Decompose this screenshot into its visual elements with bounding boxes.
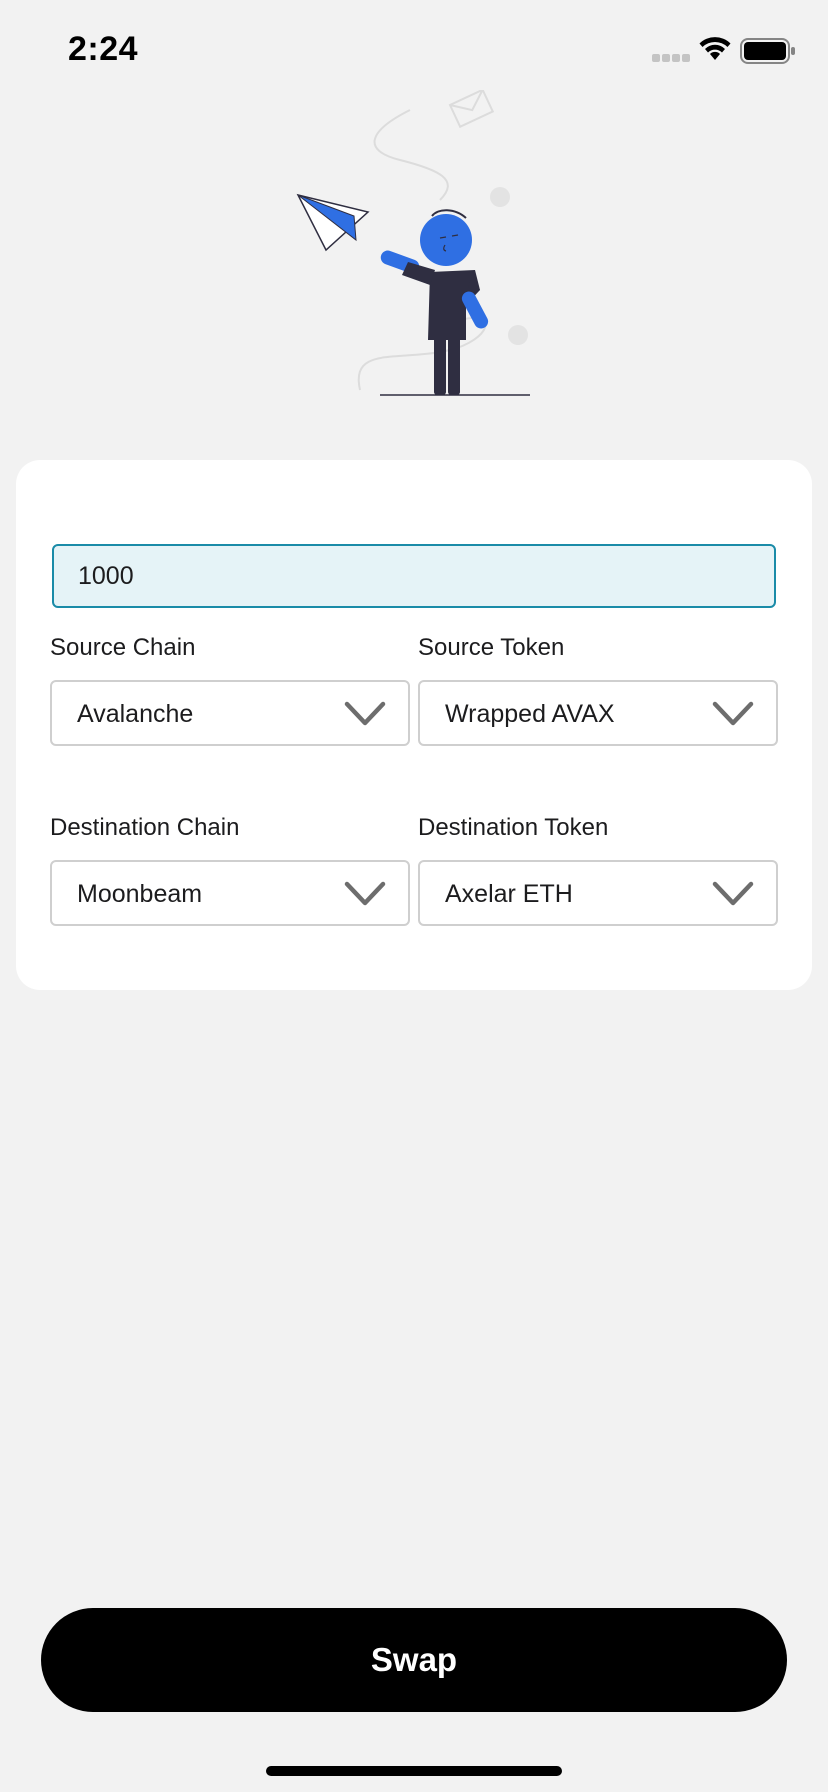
signal-icon [652, 54, 690, 62]
destination-chain-label: Destination Chain [50, 814, 240, 841]
destination-token-value: Axelar ETH [445, 880, 573, 908]
envelope-icon [448, 90, 495, 129]
source-token-label: Source Token [418, 634, 565, 661]
wifi-icon [699, 37, 731, 60]
source-chain-label: Source Chain [50, 634, 196, 661]
destination-chain-select[interactable]: Moonbeam [50, 860, 410, 926]
battery-icon [740, 38, 795, 64]
status-time: 2:24 [68, 30, 139, 68]
amount-input[interactable] [52, 544, 776, 608]
source-token-select[interactable]: Wrapped AVAX [418, 680, 778, 746]
swap-button[interactable]: Swap [41, 1608, 787, 1712]
destination-token-label: Destination Token [418, 814, 609, 841]
chevron-down-icon [344, 701, 386, 726]
hero-illustration [296, 90, 530, 396]
path-dot-icon [508, 325, 528, 345]
path-dot-icon [490, 187, 510, 207]
source-token-value: Wrapped AVAX [445, 700, 615, 728]
destination-token-select[interactable]: Axelar ETH [418, 860, 778, 926]
chevron-down-icon [712, 881, 754, 906]
home-indicator[interactable] [266, 1766, 562, 1776]
chevron-down-icon [712, 701, 754, 726]
paper-plane-icon [296, 193, 370, 252]
person-figure [380, 209, 489, 395]
chevron-down-icon [344, 881, 386, 906]
source-chain-value: Avalanche [77, 700, 194, 728]
destination-chain-value: Moonbeam [77, 880, 203, 908]
status-bar: 2:24 [0, 0, 828, 100]
source-chain-select[interactable]: Avalanche [50, 680, 410, 746]
swap-form-card: Source Chain Avalanche Source Token Wrap… [16, 460, 812, 990]
